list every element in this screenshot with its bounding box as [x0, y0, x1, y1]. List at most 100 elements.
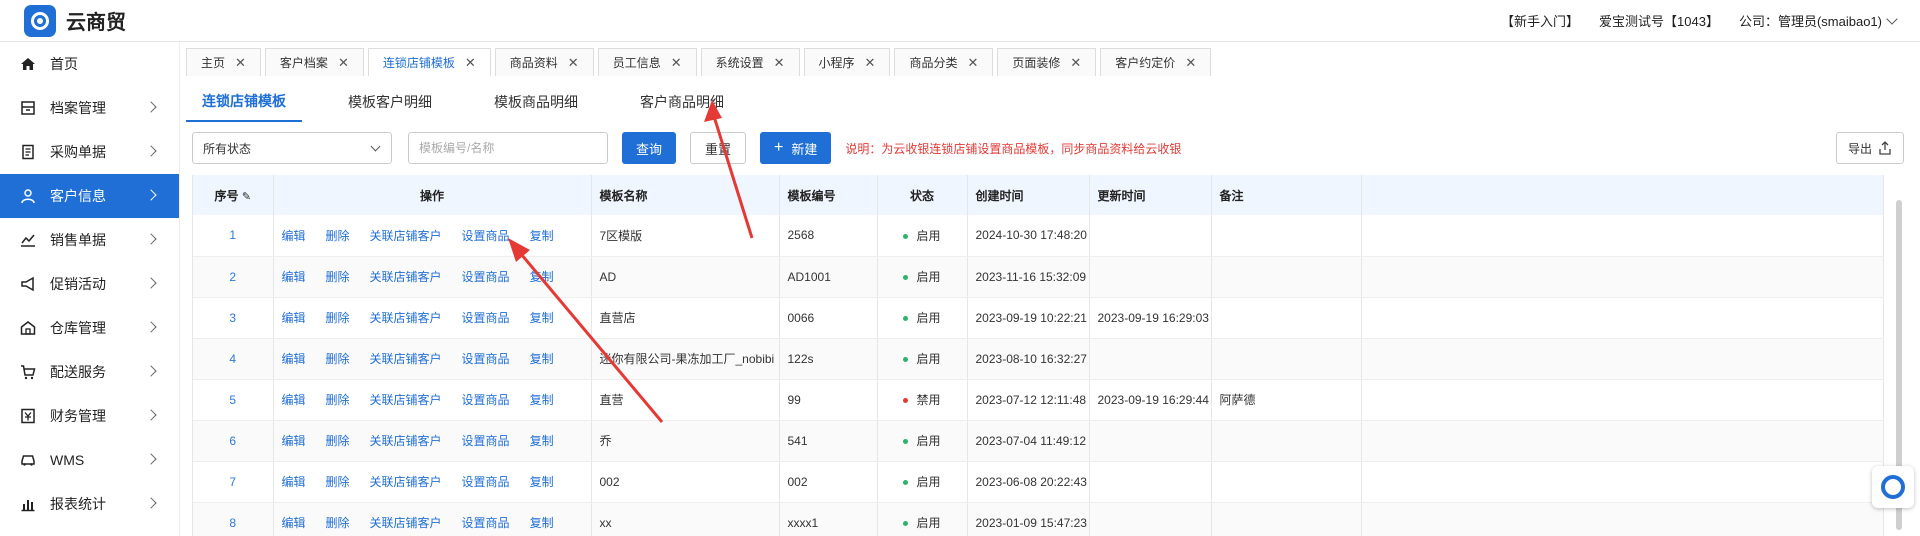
- status-select[interactable]: 所有状态: [192, 132, 392, 164]
- copy-link[interactable]: 复制: [530, 311, 554, 325]
- sidebar-item-warehouse[interactable]: 仓库管理: [0, 306, 179, 350]
- tab-product-info[interactable]: 商品资料 ✕: [494, 48, 594, 76]
- set-products-link[interactable]: 设置商品: [462, 352, 510, 366]
- copy-link[interactable]: 复制: [530, 352, 554, 366]
- set-products-link[interactable]: 设置商品: [462, 270, 510, 284]
- copy-link[interactable]: 复制: [530, 434, 554, 448]
- sidebar-item-sales[interactable]: 销售单据: [0, 218, 179, 262]
- cell-ops: 编辑 删除 关联店铺客户 设置商品 复制: [273, 502, 592, 536]
- delete-link[interactable]: 删除: [326, 270, 350, 284]
- set-products-link[interactable]: 设置商品: [462, 516, 510, 530]
- sidebar-item-reports[interactable]: 报表统计: [0, 482, 179, 526]
- search-input[interactable]: [408, 132, 608, 164]
- tab-product-category[interactable]: 商品分类 ✕: [894, 48, 994, 76]
- set-products-link[interactable]: 设置商品: [462, 393, 510, 407]
- link-store-customer-link[interactable]: 关联店铺客户: [370, 475, 442, 489]
- edit-link[interactable]: 编辑: [282, 434, 306, 448]
- sidebar-item-promotion[interactable]: 促销活动: [0, 262, 179, 306]
- link-store-customer-link[interactable]: 关联店铺客户: [370, 393, 442, 407]
- subtab-template-product-detail[interactable]: 模板商品明细: [478, 82, 594, 122]
- link-store-customer-link[interactable]: 关联店铺客户: [370, 516, 442, 530]
- tab-employee-info[interactable]: 员工信息 ✕: [597, 48, 697, 76]
- link-store-customer-link[interactable]: 关联店铺客户: [370, 229, 442, 243]
- close-icon[interactable]: ✕: [568, 55, 579, 71]
- sidebar-item-home[interactable]: 首页: [0, 42, 179, 86]
- delete-link[interactable]: 删除: [326, 434, 350, 448]
- edit-link[interactable]: 编辑: [282, 311, 306, 325]
- delete-link[interactable]: 删除: [326, 393, 350, 407]
- tab-system-settings[interactable]: 系统设置 ✕: [700, 48, 800, 76]
- subtab-customer-product-detail[interactable]: 客户商品明细: [624, 82, 740, 122]
- sidebar-item-purchase[interactable]: 采购单据: [0, 130, 179, 174]
- edit-link[interactable]: 编辑: [282, 475, 306, 489]
- app-logo-icon[interactable]: [24, 4, 56, 37]
- set-products-link[interactable]: 设置商品: [462, 311, 510, 325]
- edit-link[interactable]: 编辑: [282, 393, 306, 407]
- delete-link[interactable]: 删除: [326, 475, 350, 489]
- company-user-menu[interactable]: 公司：管理员(smaibao1): [1739, 11, 1898, 30]
- table-row: 8 编辑 删除 关联店铺客户 设置商品 复制 xx xxxx1 启用 2023-01-09 15:…: [193, 502, 1884, 536]
- cell-remark: [1211, 461, 1362, 503]
- copy-link[interactable]: 复制: [530, 516, 554, 530]
- tab-mini-program[interactable]: 小程序 ✕: [803, 48, 891, 76]
- close-icon[interactable]: ✕: [235, 55, 246, 71]
- tab-chain-store-template[interactable]: 连锁店铺模板 ✕: [367, 48, 491, 76]
- delete-link[interactable]: 删除: [326, 229, 350, 243]
- tab-home[interactable]: 主页 ✕: [186, 48, 261, 76]
- copy-link[interactable]: 复制: [530, 393, 554, 407]
- link-store-customer-link[interactable]: 关联店铺客户: [370, 270, 442, 284]
- subtab-chain-store-template[interactable]: 连锁店铺模板: [186, 82, 302, 122]
- status-text: 启用: [916, 228, 941, 243]
- link-store-customer-link[interactable]: 关联店铺客户: [370, 434, 442, 448]
- set-products-link[interactable]: 设置商品: [462, 229, 510, 243]
- tab-customer-archive[interactable]: 客户档案 ✕: [264, 48, 364, 76]
- link-store-customer-link[interactable]: 关联店铺客户: [370, 311, 442, 325]
- close-icon[interactable]: ✕: [865, 55, 876, 71]
- cell-created: 2024-10-30 17:48:20: [967, 215, 1090, 257]
- delete-link[interactable]: 删除: [326, 516, 350, 530]
- sidebar-item-wms[interactable]: WMS: [0, 438, 179, 482]
- copy-link[interactable]: 复制: [530, 270, 554, 284]
- query-button[interactable]: 查询: [622, 132, 677, 164]
- close-icon[interactable]: ✕: [1070, 55, 1081, 71]
- chevron-right-icon: [145, 233, 157, 245]
- edit-link[interactable]: 编辑: [282, 516, 306, 530]
- chevron-right-icon: [145, 365, 157, 377]
- pin-icon[interactable]: ✎: [242, 191, 251, 203]
- floating-help-widget[interactable]: [1872, 466, 1914, 508]
- close-icon[interactable]: ✕: [774, 55, 785, 71]
- link-store-customer-link[interactable]: 关联店铺客户: [370, 352, 442, 366]
- new-button-label: 新建: [791, 141, 818, 157]
- close-icon[interactable]: ✕: [967, 55, 978, 71]
- close-icon[interactable]: ✕: [338, 55, 349, 71]
- reset-button[interactable]: 重置: [690, 132, 747, 164]
- subtab-template-customer-detail[interactable]: 模板客户明细: [332, 82, 448, 122]
- sidebar-item-archive[interactable]: 档案管理: [0, 86, 179, 130]
- newbie-guide-link[interactable]: 【新手入门】: [1501, 11, 1579, 30]
- set-products-link[interactable]: 设置商品: [462, 475, 510, 489]
- delete-link[interactable]: 删除: [326, 311, 350, 325]
- delete-link[interactable]: 删除: [326, 352, 350, 366]
- sidebar-item-customer[interactable]: 客户信息: [0, 174, 179, 218]
- new-button[interactable]: + 新建: [760, 132, 832, 164]
- cell-remark: 阿萨德: [1211, 379, 1362, 421]
- edit-link[interactable]: 编辑: [282, 229, 306, 243]
- close-icon[interactable]: ✕: [671, 55, 682, 71]
- close-icon[interactable]: ✕: [465, 55, 476, 71]
- cell-created: 2023-11-16 15:32:09: [967, 256, 1090, 298]
- status-dot-icon: [903, 275, 909, 281]
- edit-link[interactable]: 编辑: [282, 352, 306, 366]
- export-button[interactable]: 导出: [1836, 132, 1904, 164]
- edit-link[interactable]: 编辑: [282, 270, 306, 284]
- sidebar-item-delivery[interactable]: 配送服务: [0, 350, 179, 394]
- tab-page-decoration[interactable]: 页面装修 ✕: [997, 48, 1097, 76]
- sidebar-item-finance[interactable]: 财务管理: [0, 394, 179, 438]
- tab-customer-agreed-price[interactable]: 客户约定价 ✕: [1100, 48, 1212, 76]
- cart-icon: [20, 364, 36, 380]
- copy-link[interactable]: 复制: [530, 475, 554, 489]
- sidebar-item-label: 促销活动: [50, 276, 106, 292]
- cell-name: 迷你有限公司-果冻加工厂_nobibi: [591, 338, 780, 380]
- copy-link[interactable]: 复制: [530, 229, 554, 243]
- close-icon[interactable]: ✕: [1185, 55, 1196, 71]
- set-products-link[interactable]: 设置商品: [462, 434, 510, 448]
